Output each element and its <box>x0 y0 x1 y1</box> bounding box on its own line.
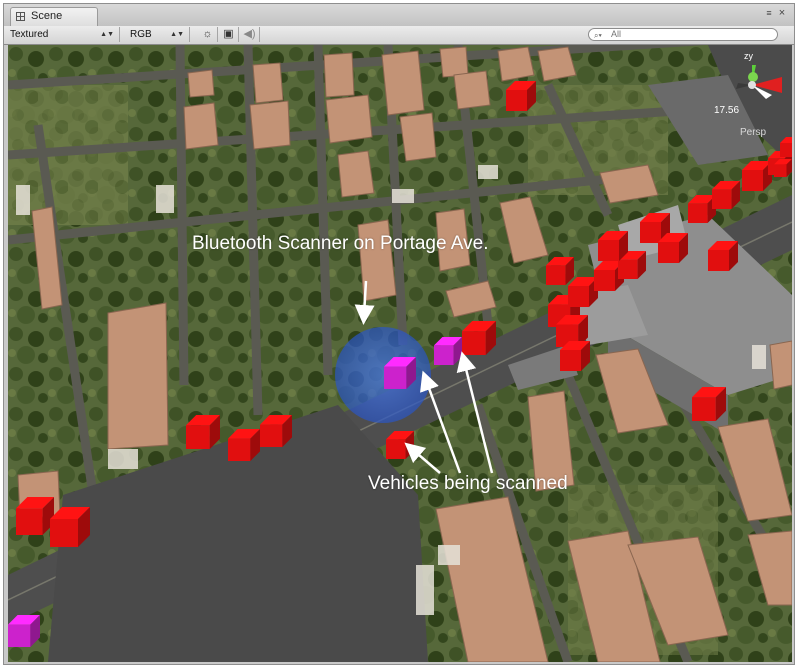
speaker-icon[interactable]: ◀) <box>240 27 260 42</box>
vehicle-arrow-3 <box>404 442 441 474</box>
scanned-vehicle-cube[interactable] <box>384 357 416 389</box>
gizmo-value: 17.56 <box>714 105 740 116</box>
search-input[interactable] <box>611 29 761 39</box>
vehicle-cube[interactable] <box>16 497 54 535</box>
vehicle-layer <box>8 81 792 647</box>
vehicle-cube[interactable] <box>50 507 90 547</box>
scene-window: Scene ≡ × Textured ▲▼ RGB ▲▼ ☼ ▣ ◀) ⌕▾ A… <box>3 3 795 665</box>
vehicle-cube[interactable] <box>228 429 260 461</box>
vehicle-cube[interactable] <box>688 195 716 223</box>
vehicle-cube[interactable] <box>462 321 496 355</box>
scanned-vehicle-cube[interactable] <box>434 337 462 365</box>
vehicle-cube[interactable] <box>560 341 590 371</box>
gizmo-axis-label: zy <box>744 51 753 61</box>
render-mode-dropdown[interactable]: Textured ▲▼ <box>4 27 120 42</box>
sun-icon[interactable]: ☼ <box>198 27 218 42</box>
vehicle-cube[interactable] <box>658 233 688 263</box>
picture-icon[interactable]: ▣ <box>219 27 239 42</box>
vehicle-cube[interactable] <box>780 137 792 157</box>
vehicle-cube[interactable] <box>568 277 598 307</box>
vehicle-cube[interactable] <box>598 231 628 261</box>
scanner-label: Bluetooth Scanner on Portage Ave. <box>192 233 489 254</box>
scanner-arrow <box>354 280 375 325</box>
tab-menu-icon[interactable]: ≡ <box>764 9 774 18</box>
vehicle-cube[interactable] <box>386 431 414 459</box>
render-mode-value: Textured <box>10 29 49 40</box>
scene-grid-icon <box>16 12 25 21</box>
vehicles-label: Vehicles being scanned <box>368 473 568 494</box>
scene-viewport[interactable]: Bluetooth Scanner on Portage Ave. Vehicl… <box>8 45 792 662</box>
vehicle-cube[interactable] <box>742 161 772 191</box>
annotation-arrows <box>354 280 494 474</box>
tab-scene[interactable]: Scene <box>10 7 98 26</box>
dropdown-arrow-icon: ▲▼ <box>100 31 114 38</box>
vehicle-arrow-2 <box>456 351 494 474</box>
vehicle-arrow-1 <box>420 370 462 474</box>
close-icon[interactable]: × <box>776 7 788 19</box>
vehicle-cube[interactable] <box>712 181 740 209</box>
search-icon: ⌕▾ <box>594 31 602 40</box>
vehicle-cube[interactable] <box>186 415 220 449</box>
search-field[interactable]: ⌕▾ <box>588 28 778 41</box>
vehicle-cube[interactable] <box>708 241 738 271</box>
scanned-vehicle-cube[interactable] <box>8 615 40 647</box>
vehicle-cube[interactable] <box>692 387 726 421</box>
vehicle-cube[interactable] <box>260 415 292 447</box>
dropdown-arrow-icon: ▲▼ <box>170 31 184 38</box>
vehicle-cube[interactable] <box>546 257 574 285</box>
projection-label: Persp <box>740 127 767 138</box>
color-mode-dropdown[interactable]: RGB ▲▼ <box>124 27 190 42</box>
scene-toolbar: Textured ▲▼ RGB ▲▼ ☼ ▣ ◀) ⌕▾ <box>4 26 794 45</box>
tab-scene-label: Scene <box>31 10 63 22</box>
vehicle-cube[interactable] <box>506 81 536 111</box>
tab-strip: Scene ≡ × <box>4 4 794 27</box>
color-mode-value: RGB <box>130 29 152 40</box>
